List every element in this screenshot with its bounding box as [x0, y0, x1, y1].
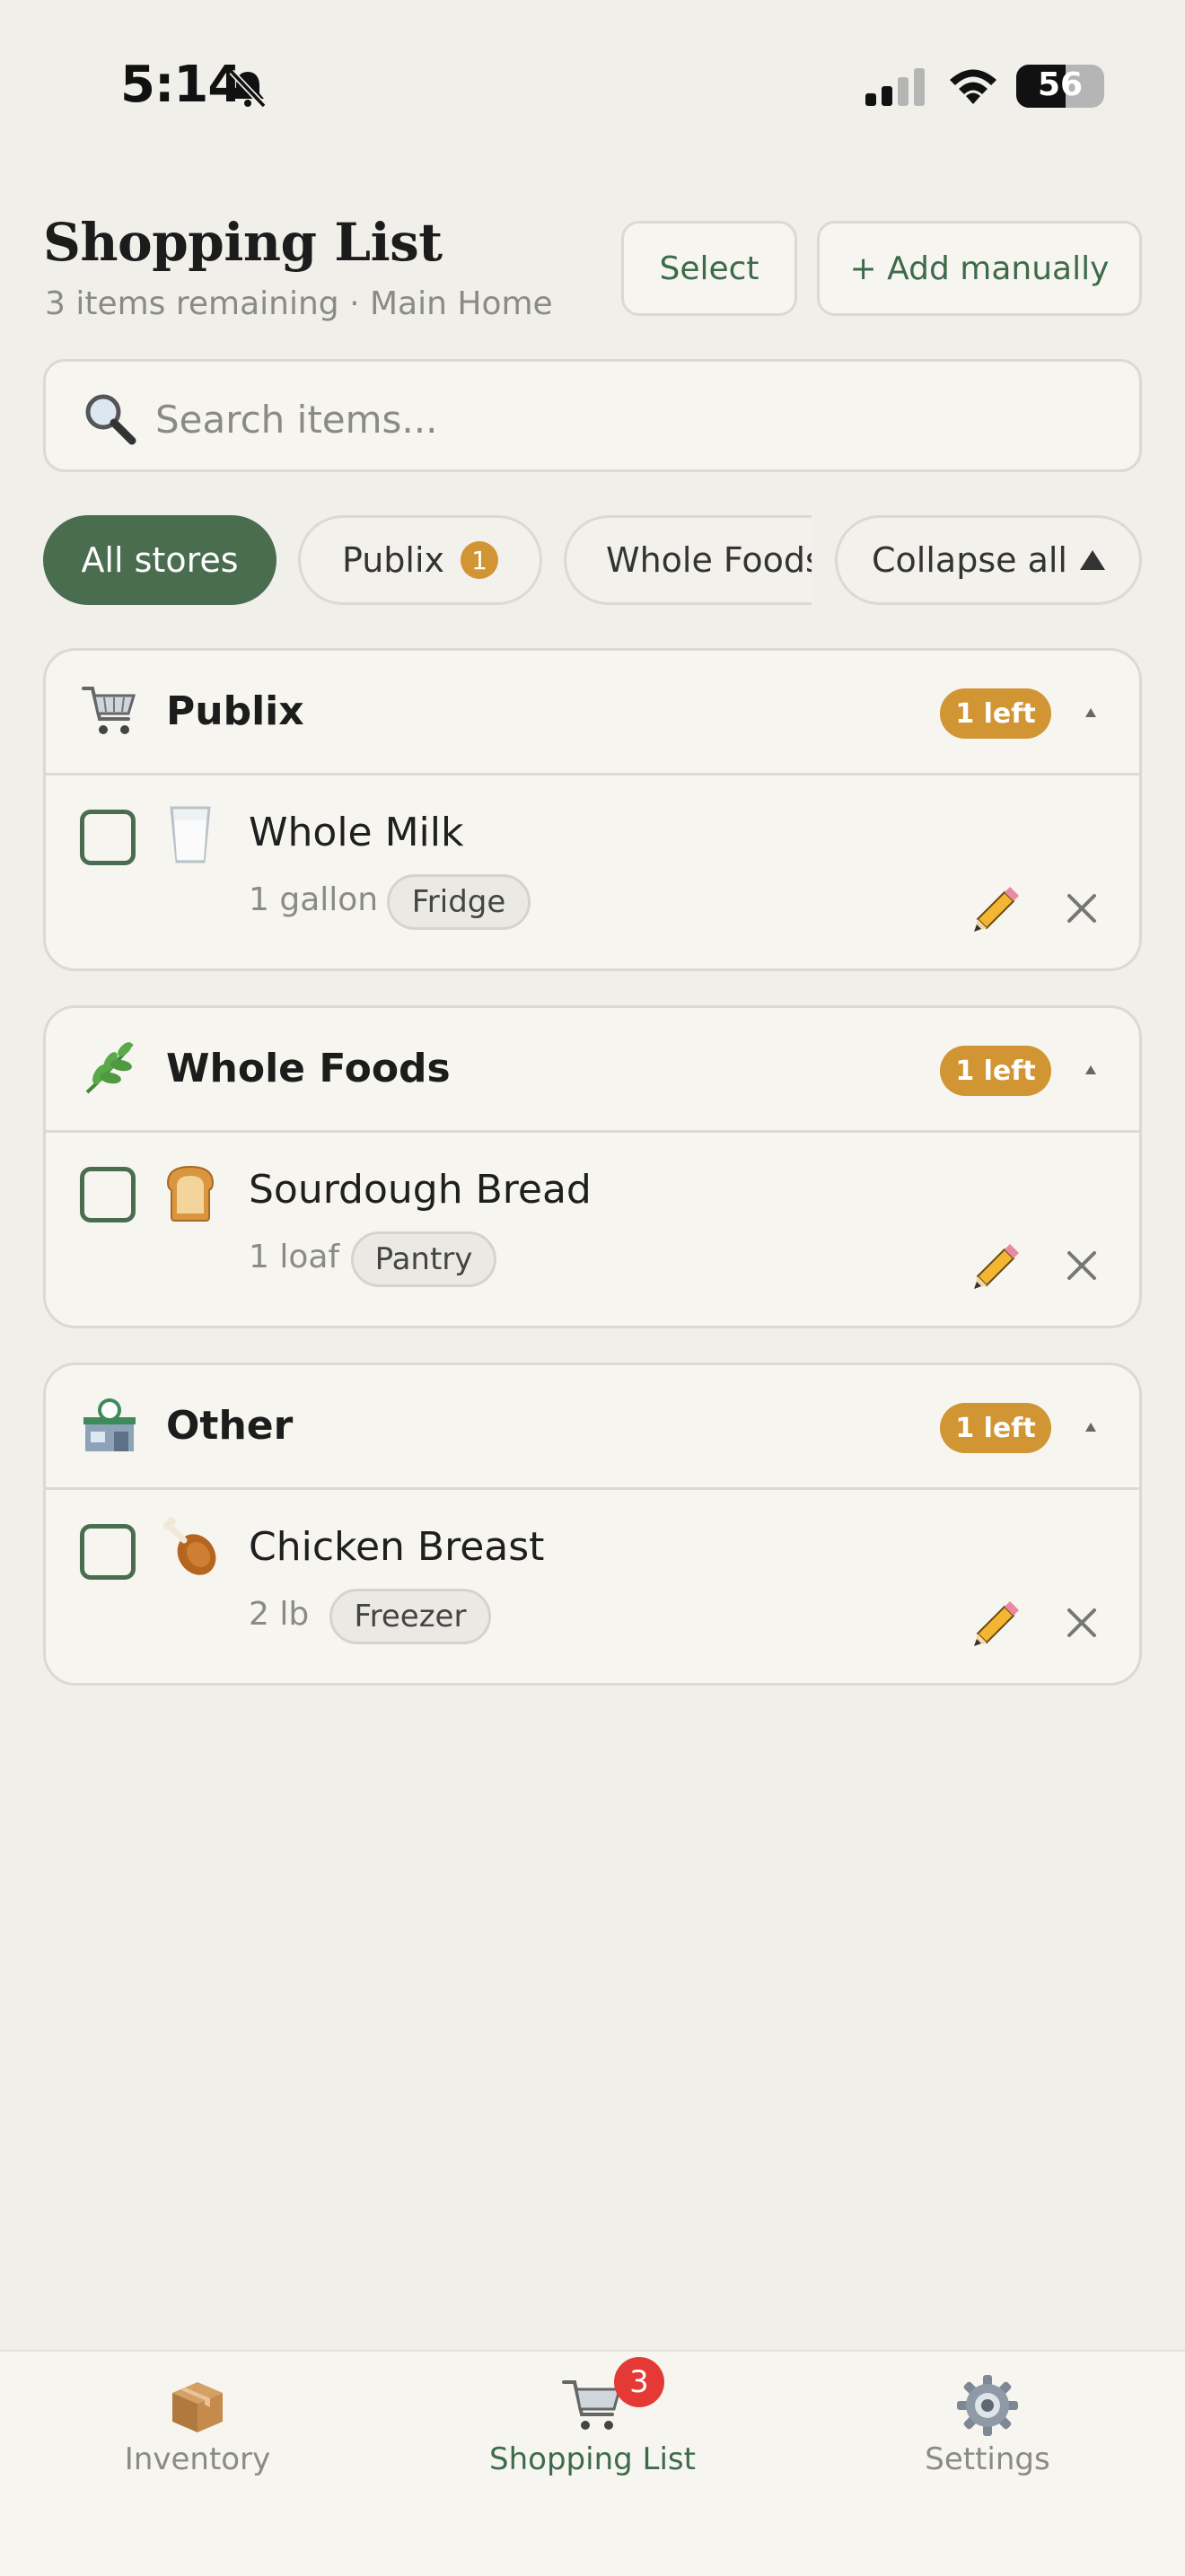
item-checkbox[interactable]	[80, 810, 136, 865]
triangle-up-icon	[1079, 550, 1105, 570]
select-button[interactable]: Select	[621, 221, 797, 316]
tab-shopping-list[interactable]: 3 Shopping List	[395, 2352, 790, 2531]
battery-tip	[1097, 77, 1104, 95]
filter-chip-label: All stores	[81, 540, 239, 580]
page-title: Shopping List	[43, 212, 443, 273]
items-left-badge: 1 left	[940, 1403, 1051, 1453]
battery-level: 56	[1037, 66, 1084, 103]
filter-chip-whole-foods[interactable]: Whole Foods	[564, 515, 812, 605]
poultry-leg-icon	[163, 1517, 216, 1575]
tab-label: Inventory	[124, 2441, 271, 2477]
store-name: Whole Foods	[166, 1046, 451, 1091]
tab-settings[interactable]: Settings	[790, 2352, 1185, 2531]
page-subtitle: 3 items remaining · Main Home	[45, 285, 553, 322]
herb-icon	[85, 1042, 134, 1094]
tab-label: Shopping List	[489, 2441, 696, 2477]
tab-label: Settings	[925, 2441, 1050, 2477]
location-tag: Fridge	[387, 874, 531, 930]
cellular-signal-icon	[865, 68, 925, 106]
item-checkbox[interactable]	[80, 1167, 136, 1222]
collapse-icon[interactable]	[1085, 708, 1096, 717]
search-input[interactable]	[154, 389, 1109, 450]
milk-glass-icon	[170, 806, 211, 863]
pencil-icon[interactable]	[969, 1239, 1023, 1292]
search-icon	[85, 394, 136, 445]
store-header[interactable]: Publix 1 left	[46, 651, 1139, 775]
item-name: Sourdough Bread	[249, 1167, 592, 1213]
bell-muted-icon	[229, 69, 267, 108]
count-badge: 1	[461, 541, 499, 579]
location-tag: Freezer	[329, 1589, 491, 1644]
cart-count-badge: 3	[614, 2357, 664, 2407]
collapse-all-label: Collapse all	[872, 540, 1067, 580]
items-left-badge: 1 left	[940, 688, 1051, 739]
collapse-all-button[interactable]: Collapse all	[835, 515, 1142, 605]
store-section-other: Other 1 left Chicken Breast 2 lb Freezer	[43, 1362, 1142, 1686]
shopping-cart-icon	[82, 687, 136, 734]
location-tag: Pantry	[351, 1231, 496, 1287]
close-icon[interactable]	[1062, 889, 1102, 928]
package-icon	[172, 2382, 223, 2432]
store-section-whole-foods: Whole Foods 1 left Sourdough Bread 1 loa…	[43, 1005, 1142, 1328]
convenience-store-icon	[83, 1398, 136, 1451]
collapse-icon[interactable]	[1085, 1423, 1096, 1432]
store-name: Other	[166, 1403, 294, 1449]
list-item: Sourdough Bread 1 loaf Pantry	[46, 1133, 1139, 1326]
filter-chip-publix[interactable]: Publix 1	[298, 515, 542, 605]
filter-chip-label: Whole Foods	[606, 540, 812, 580]
list-item: Chicken Breast 2 lb Freezer	[46, 1490, 1139, 1683]
item-quantity: 1 gallon	[249, 881, 379, 918]
item-quantity: 1 loaf	[249, 1239, 340, 1275]
add-manually-button[interactable]: + Add manually	[817, 221, 1142, 316]
wifi-icon	[950, 69, 996, 104]
store-section-publix: Publix 1 left Whole Milk 1 gallon Fridge	[43, 648, 1142, 971]
battery-icon: 56	[1016, 65, 1104, 108]
tab-inventory[interactable]: Inventory	[0, 2352, 395, 2531]
status-time: 5:14	[120, 56, 242, 114]
close-icon[interactable]	[1062, 1603, 1102, 1643]
item-quantity: 2 lb	[249, 1596, 310, 1633]
pencil-icon[interactable]	[969, 881, 1023, 935]
item-name: Chicken Breast	[249, 1524, 545, 1570]
search-bar[interactable]	[43, 359, 1142, 472]
list-item: Whole Milk 1 gallon Fridge	[46, 775, 1139, 968]
item-checkbox[interactable]	[80, 1524, 136, 1580]
items-left-badge: 1 left	[940, 1046, 1051, 1096]
pencil-icon[interactable]	[969, 1596, 1023, 1650]
bottom-tab-bar: Inventory 3 Shopping List Settings	[0, 2350, 1185, 2576]
filter-chip-all-stores[interactable]: All stores	[43, 515, 276, 605]
store-header[interactable]: Other 1 left	[46, 1365, 1139, 1490]
filter-chip-label: Publix	[341, 540, 445, 580]
item-name: Whole Milk	[249, 810, 464, 855]
close-icon[interactable]	[1062, 1246, 1102, 1285]
store-name: Publix	[166, 688, 304, 734]
gear-icon	[957, 2375, 1018, 2436]
store-header[interactable]: Whole Foods 1 left	[46, 1008, 1139, 1133]
bread-icon	[166, 1165, 215, 1222]
collapse-icon[interactable]	[1085, 1065, 1096, 1074]
